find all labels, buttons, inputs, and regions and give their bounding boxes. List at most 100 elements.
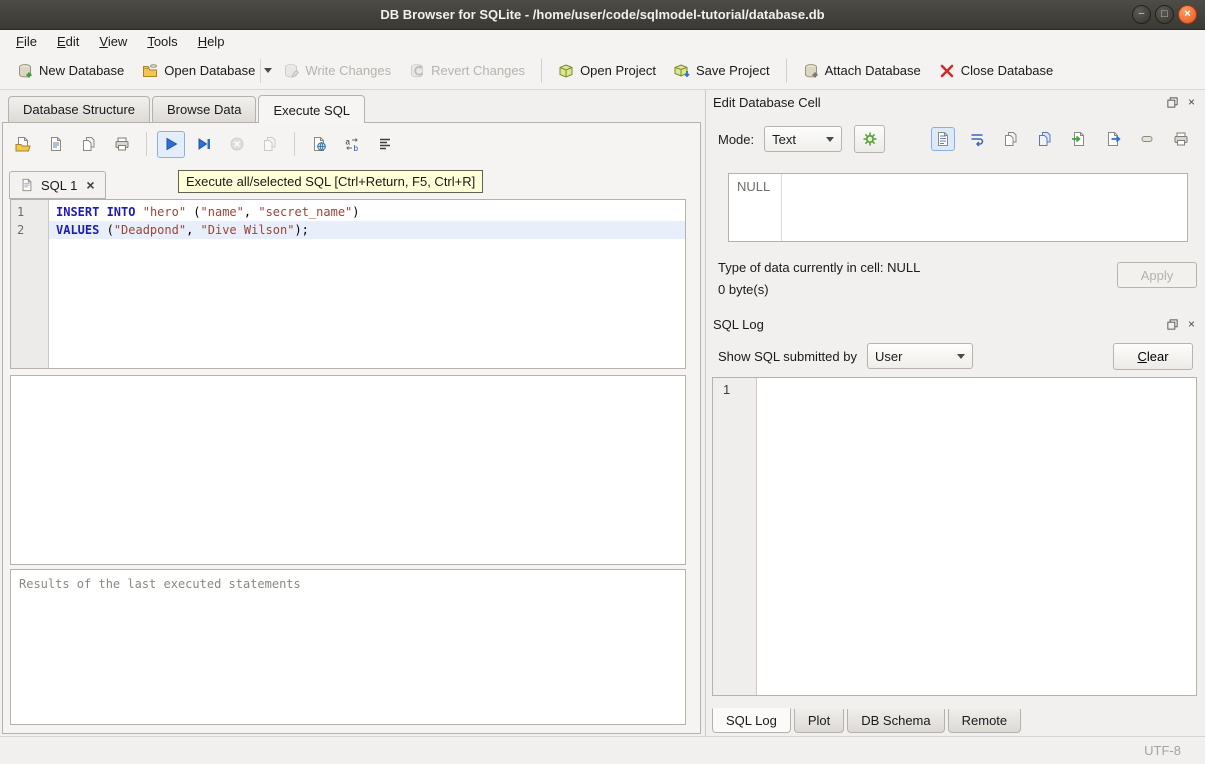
export-results-button[interactable] (305, 131, 333, 158)
cell-edit-toolbar (931, 127, 1193, 151)
window-close-button[interactable]: × (1178, 5, 1197, 24)
tab-browse-data[interactable]: Browse Data (152, 96, 256, 122)
open-sql-file-button[interactable] (9, 131, 37, 158)
toolbar-label: Write Changes (305, 63, 391, 78)
tab-execute-sql[interactable]: Execute SQL (258, 95, 365, 123)
window-title: DB Browser for SQLite - /home/user/code/… (380, 7, 824, 22)
sql-log-title: SQL Log (713, 317, 1161, 332)
toolbar-separator (146, 132, 147, 156)
tab-database-structure[interactable]: Database Structure (8, 96, 150, 122)
save-sql-file-button[interactable] (42, 131, 70, 158)
set-null-icon (1139, 131, 1155, 147)
toolbar-new-database-button[interactable]: New Database (8, 58, 133, 84)
close-dock-icon[interactable]: × (1184, 95, 1199, 110)
tab-label: DB Schema (861, 713, 930, 728)
format-sql-button[interactable] (371, 131, 399, 158)
auto-switch-mode-button[interactable] (854, 125, 885, 153)
filter-label: Show SQL submitted by (718, 349, 857, 364)
set-null-button[interactable] (1135, 127, 1159, 151)
word-wrap-icon (969, 131, 985, 147)
window-minimize-button[interactable]: − (1132, 5, 1151, 24)
clear-button[interactable]: Clear (1113, 343, 1193, 370)
bottom-tab-plot[interactable]: Plot (794, 709, 844, 733)
print-button[interactable] (1169, 127, 1193, 151)
sql-log-filter-row: Show SQL submitted by User Clear (718, 342, 1193, 370)
word-wrap-button[interactable] (965, 127, 989, 151)
toolbar-label: Save Project (696, 63, 770, 78)
menubar: FileEditViewToolsHelp (0, 30, 1205, 52)
sql-toolbar: ab (9, 129, 399, 159)
toolbar-close-database-button[interactable]: Close Database (930, 58, 1063, 84)
float-dock-icon[interactable] (1165, 95, 1180, 110)
paste-data-button[interactable] (1033, 127, 1057, 151)
code-line: INSERT INTO "hero" ("name", "secret_name… (49, 203, 685, 221)
export-file-icon (1105, 131, 1121, 147)
window-maximize-button[interactable]: □ (1155, 5, 1174, 24)
text-document-button[interactable] (931, 127, 955, 151)
toolbar-separator (541, 59, 542, 83)
export-file-button[interactable] (1101, 127, 1125, 151)
bottom-tab-sql-log[interactable]: SQL Log (712, 708, 791, 733)
main-tabbar: Database Structure Browse Data Execute SQL (0, 90, 705, 122)
titlebar[interactable]: DB Browser for SQLite - /home/user/code/… (0, 0, 1205, 30)
close-tab-icon[interactable]: × (86, 178, 94, 192)
sql-file-icon (20, 178, 34, 192)
bottom-tabbar: SQL Log Plot DB Schema Remote (712, 709, 1021, 733)
cell-type-info: Type of data currently in cell: NULL (718, 260, 920, 275)
save-project-icon (674, 63, 690, 79)
copy-data-button[interactable] (999, 127, 1023, 151)
menu-file[interactable]: File (6, 32, 47, 51)
bottom-tab-db-schema[interactable]: DB Schema (847, 709, 944, 733)
mode-label: Mode: (718, 132, 754, 147)
open-database-dropdown-icon[interactable] (260, 59, 274, 83)
sql-editor-tab[interactable]: SQL 1× (9, 171, 106, 199)
save-results-button (256, 131, 284, 158)
svg-text:b: b (354, 144, 359, 152)
auto-switch-mode-icon (862, 131, 878, 147)
toolbar-open-project-button[interactable]: Open Project (549, 58, 665, 84)
tab-label: Browse Data (167, 102, 241, 117)
toolbar-label: Close Database (961, 63, 1054, 78)
cell-editor[interactable]: NULL (728, 173, 1188, 242)
toolbar-label: Open Database (164, 63, 255, 78)
find-replace-button[interactable]: ab (338, 131, 366, 158)
float-dock-icon[interactable] (1165, 317, 1180, 332)
close-dock-icon[interactable]: × (1184, 317, 1199, 332)
execute-current-line-button[interactable] (190, 131, 218, 158)
toolbar-attach-database-button[interactable]: Attach Database (794, 58, 930, 84)
sql-log-dock-header: SQL Log × (713, 314, 1199, 334)
bottom-tab-remote[interactable]: Remote (948, 709, 1022, 733)
execute-sql-button[interactable] (157, 131, 185, 158)
filter-select[interactable]: User (867, 343, 973, 369)
sql-log-area[interactable]: 1 (712, 377, 1197, 696)
save-sql-file-as-button[interactable] (75, 131, 103, 158)
apply-button: Apply (1117, 262, 1197, 288)
right-pane: Edit Database Cell × Mode: Text NULL Typ… (705, 90, 1205, 736)
menu-tools[interactable]: Tools (137, 32, 187, 51)
code-area[interactable]: INSERT INTO "hero" ("name", "secret_name… (49, 200, 685, 368)
sql-editor-tabbar: SQL 1× (9, 171, 106, 199)
toolbar-open-database-button[interactable]: Open Database (133, 58, 264, 84)
attach-database-icon (803, 63, 819, 79)
tab-label: Plot (808, 713, 830, 728)
cell-size-info: 0 byte(s) (718, 282, 769, 297)
sql-editor[interactable]: 12 INSERT INTO "hero" ("name", "secret_n… (10, 199, 686, 369)
window-controls: −□× (1132, 5, 1197, 24)
save-sql-file-icon (48, 136, 64, 152)
import-file-button[interactable] (1067, 127, 1091, 151)
toolbar-label: Open Project (580, 63, 656, 78)
tab-label: Execute SQL (273, 103, 350, 118)
cell-value: NULL (737, 179, 770, 194)
menu-edit[interactable]: Edit (47, 32, 89, 51)
results-table-pane (10, 375, 686, 565)
execute-sql-tooltip: Execute all/selected SQL [Ctrl+Return, F… (178, 170, 483, 193)
encoding-label: UTF-8 (1144, 743, 1181, 758)
main-toolbar: New DatabaseOpen DatabaseWrite ChangesRe… (0, 52, 1205, 90)
stop-execution-icon (229, 136, 245, 152)
menu-help[interactable]: Help (188, 32, 235, 51)
mode-select[interactable]: Text (764, 126, 842, 152)
toolbar-save-project-button[interactable]: Save Project (665, 58, 779, 84)
menu-view[interactable]: View (89, 32, 137, 51)
execute-current-line-icon (196, 136, 212, 152)
print-button[interactable] (108, 131, 136, 158)
